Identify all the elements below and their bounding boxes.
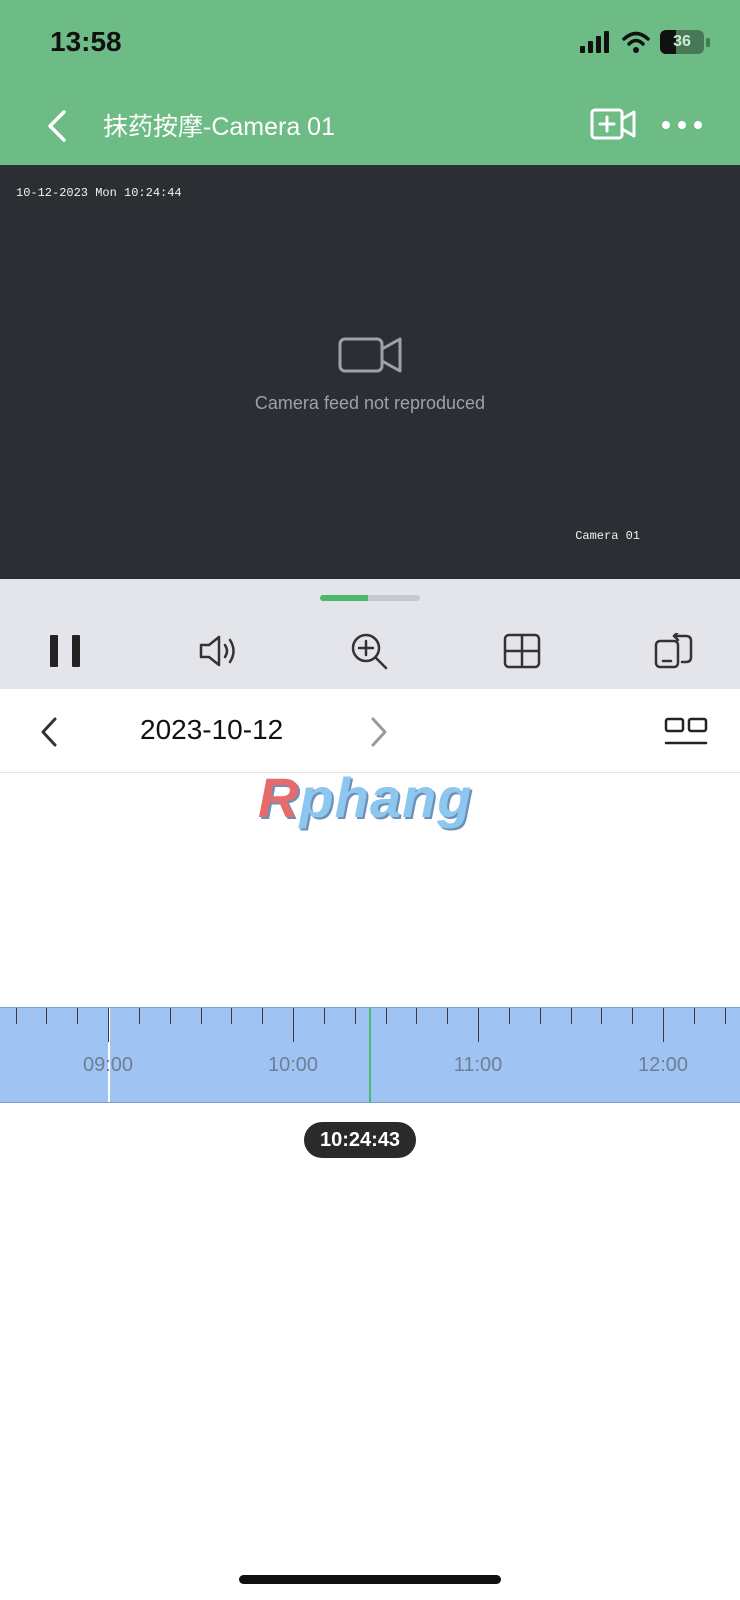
current-time-badge: 10:24:43: [304, 1122, 417, 1158]
timeline-minor-tick: [539, 1008, 541, 1024]
watermark-initial: R: [258, 766, 300, 829]
battery-tip: [706, 37, 710, 47]
timeline-minor-tick: [231, 1008, 233, 1024]
volume-button[interactable]: [196, 629, 240, 673]
video-placeholder-text: Camera feed not reproduced: [254, 392, 486, 413]
pause-button[interactable]: [43, 629, 87, 673]
date-bar: 2023-10-12: [0, 689, 740, 773]
next-day-chevron-icon[interactable]: [364, 715, 392, 749]
timeline-minor-tick: [724, 1008, 726, 1024]
timeline-minor-tick: [138, 1008, 140, 1024]
timeline-minor-tick: [447, 1008, 449, 1024]
osd-camera-label: Camera 01: [575, 529, 640, 543]
grid-view-icon: [503, 633, 541, 669]
app-header: 13:58 36 抹药按摩-Camera 01: [0, 0, 740, 165]
timeline-hour-label: 11:00: [453, 1054, 503, 1076]
playback-controls: [0, 579, 740, 689]
prev-day-chevron-icon[interactable]: [36, 715, 64, 749]
timeline-minor-tick: [508, 1008, 510, 1024]
timeline-minor-tick: [632, 1008, 634, 1024]
timeline-minor-tick: [323, 1008, 325, 1024]
timeline-minor-tick: [354, 1008, 356, 1024]
watermark-logo: Rphang: [258, 765, 472, 830]
status-time: 13:58: [50, 26, 122, 57]
timeline-minor-tick: [601, 1008, 603, 1024]
home-indicator[interactable]: [239, 1575, 501, 1584]
battery-icon: 36: [660, 30, 704, 54]
timeline-minor-tick: [77, 1008, 79, 1024]
timeline-minor-tick: [416, 1008, 418, 1024]
drag-handle[interactable]: [320, 595, 420, 601]
split-view-icon[interactable]: [664, 717, 708, 749]
grid-view-button[interactable]: [500, 629, 544, 673]
timeline-hour-tick: [478, 1008, 479, 1042]
camera-icon: [338, 337, 402, 372]
rotate-screen-icon: [654, 633, 693, 669]
timeline-hour-label: 12:00: [637, 1054, 689, 1076]
timeline-scrubber[interactable]: 09:00 10:00 11:00 12:00: [0, 1007, 740, 1103]
timeline-minor-tick: [46, 1008, 48, 1024]
zoom-in-icon: [351, 633, 388, 670]
cellular-signal-icon: [580, 31, 609, 53]
playback-progress-fill: [320, 595, 368, 601]
video-placeholder: Camera feed not reproduced: [0, 165, 740, 579]
timeline-hour-tick: [293, 1008, 294, 1042]
timeline-minor-tick: [200, 1008, 202, 1024]
page-title: 抹药按摩-Camera 01: [103, 113, 335, 141]
battery-level: 36: [673, 33, 691, 50]
timeline-hour-tick: [108, 1008, 109, 1042]
pause-icon: [50, 635, 80, 667]
timeline-minor-tick: [385, 1008, 387, 1024]
timeline-hour-label: 10:00: [267, 1054, 319, 1076]
more-dots-icon[interactable]: [660, 110, 704, 140]
zoom-button[interactable]: [347, 629, 391, 673]
timeline-minor-tick: [169, 1008, 171, 1024]
wifi-icon: [622, 31, 650, 53]
back-chevron-icon[interactable]: [40, 106, 76, 146]
playback-sheet: 2023-10-12 Rphang 09:00 10:00 11:00 12:00 1…: [0, 689, 740, 1600]
timeline-hour-tick: [663, 1008, 664, 1042]
watermark-rest: phang: [299, 766, 473, 829]
video-player[interactable]: Camera feed not reproduced 10-12-2023 Mo…: [0, 165, 740, 579]
osd-timestamp: 10-12-2023 Mon 10:24:44: [16, 186, 182, 200]
selected-date[interactable]: 2023-10-12: [140, 714, 283, 746]
timeline-playhead[interactable]: [369, 1008, 371, 1102]
volume-icon: [199, 635, 235, 667]
timeline-hour-label: 09:00: [82, 1054, 134, 1076]
add-video-icon[interactable]: [590, 106, 636, 142]
timeline-minor-tick: [570, 1008, 572, 1024]
timeline-minor-tick: [15, 1008, 17, 1024]
timeline-minor-tick: [693, 1008, 695, 1024]
status-icons: 36: [580, 30, 710, 54]
rotate-screen-button[interactable]: [652, 629, 696, 673]
timeline-minor-tick: [262, 1008, 264, 1024]
